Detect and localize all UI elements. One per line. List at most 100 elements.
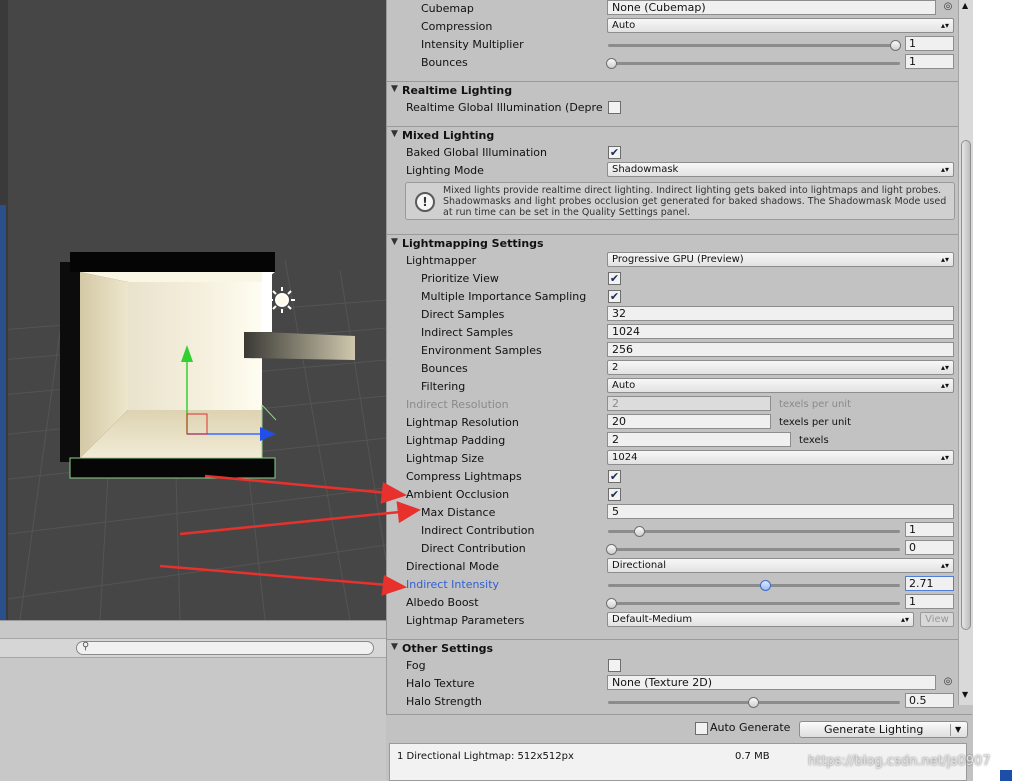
intensity-multiplier-row: Intensity Multiplier 1: [387, 36, 958, 54]
info-icon: !: [415, 192, 435, 212]
scene-view[interactable]: [0, 0, 386, 620]
directional-mode-dropdown[interactable]: Directional ▴▾: [607, 558, 954, 573]
lightmapping-settings-header[interactable]: ▼ Lightmapping Settings: [387, 234, 958, 252]
albedo-boost-slider[interactable]: [608, 602, 900, 605]
realtime-gi-checkbox[interactable]: [608, 101, 621, 114]
lighting-mode-dropdown[interactable]: Shadowmask ▴▾: [607, 162, 954, 177]
lm-bounces-dropdown[interactable]: 2 ▴▾: [607, 360, 954, 375]
direct-contribution-knob[interactable]: [606, 544, 617, 555]
env-bounces-field[interactable]: 1: [905, 54, 954, 69]
prioritize-view-checkbox[interactable]: ✔: [608, 272, 621, 285]
max-distance-field[interactable]: 5: [607, 504, 954, 519]
fog-checkbox[interactable]: [608, 659, 621, 672]
object-picker-icon[interactable]: ◎: [941, 1, 955, 15]
environment-samples-field[interactable]: 256: [607, 342, 954, 357]
lightmap-resolution-field[interactable]: 20: [607, 414, 771, 429]
cubemap-field[interactable]: None (Cubemap): [607, 0, 936, 15]
indirect-contribution-field[interactable]: 1: [905, 522, 954, 537]
search-icon: ⚲: [82, 641, 90, 652]
compression-dropdown[interactable]: Auto ▴▾: [607, 18, 954, 33]
filtering-dropdown[interactable]: Auto ▴▾: [607, 378, 954, 393]
direct-contribution-row: Direct Contribution 0: [387, 540, 958, 558]
mixed-lighting-help-box: ! Mixed lights provide realtime direct l…: [405, 182, 955, 220]
lightmapper-dropdown[interactable]: Progressive GPU (Preview) ▴▾: [607, 252, 954, 267]
generate-lighting-bar: Auto Generate Generate Lighting ▼: [386, 714, 972, 742]
env-bounces-slider[interactable]: [608, 62, 900, 65]
lighting-mode-value: Shadowmask: [612, 164, 679, 175]
watermark-text: https://blog.csdn.net/js0907: [808, 754, 991, 769]
direct-samples-row: Direct Samples 32: [387, 306, 958, 324]
unity-editor-window: ⚲ Cubemap None (Cubemap) ◎ Compression A…: [0, 0, 1012, 781]
foldout-arrow-icon: ▼: [391, 237, 398, 247]
scrollbar-thumb[interactable]: [961, 140, 971, 630]
lighting-mode-label: Lighting Mode: [406, 164, 484, 177]
button-separator: [950, 724, 951, 736]
generate-lighting-label: Generate Lighting: [824, 723, 924, 736]
direct-samples-field[interactable]: 32: [607, 306, 954, 321]
compression-row: Compression Auto ▴▾: [387, 18, 958, 36]
halo-strength-knob[interactable]: [748, 697, 759, 708]
compress-lightmaps-checkbox[interactable]: ✔: [608, 470, 621, 483]
compress-lightmaps-label: Compress Lightmaps: [406, 470, 522, 483]
view-parameters-button[interactable]: View: [920, 612, 954, 627]
other-settings-header[interactable]: ▼ Other Settings: [387, 639, 958, 657]
lightmap-size-text: 0.7 MB: [735, 751, 770, 762]
directional-mode-label: Directional Mode: [406, 560, 499, 573]
indirect-intensity-field[interactable]: 2.71: [905, 576, 954, 591]
mis-checkbox[interactable]: ✔: [608, 290, 621, 303]
ambient-occlusion-checkbox[interactable]: ✔: [608, 488, 621, 501]
indirect-intensity-label: Indirect Intensity: [406, 578, 500, 591]
mixed-lighting-header[interactable]: ▼ Mixed Lighting: [387, 126, 958, 144]
dropdown-arrow-icon[interactable]: ▼: [955, 722, 961, 737]
intensity-multiplier-slider[interactable]: [608, 44, 900, 47]
indirect-resolution-row: Indirect Resolution 2 texels per unit: [387, 396, 958, 414]
baked-gi-checkbox[interactable]: ✔: [608, 146, 621, 159]
direct-contribution-field[interactable]: 0: [905, 540, 954, 555]
object-picker-icon[interactable]: ◎: [941, 676, 955, 690]
indirect-intensity-row: Indirect Intensity 2.71: [387, 576, 958, 594]
lightmap-size-row: Lightmap Size 1024 ▴▾: [387, 450, 958, 468]
lm-bounces-label: Bounces: [421, 362, 468, 375]
halo-texture-field[interactable]: None (Texture 2D): [607, 675, 936, 690]
project-search-input[interactable]: ⚲: [76, 641, 374, 655]
lighting-mode-row: Lighting Mode Shadowmask ▴▾: [387, 162, 958, 180]
direct-contribution-slider[interactable]: [608, 548, 900, 551]
albedo-boost-field[interactable]: 1: [905, 594, 954, 609]
albedo-boost-knob[interactable]: [606, 598, 617, 609]
halo-strength-field[interactable]: 0.5: [905, 693, 954, 708]
taskbar-corner: [1000, 770, 1012, 781]
realtime-lighting-header[interactable]: ▼ Realtime Lighting: [387, 81, 958, 99]
baked-gi-row: Baked Global Illumination ✔: [387, 144, 958, 162]
indirect-contribution-knob[interactable]: [634, 526, 645, 537]
env-bounces-knob[interactable]: [606, 58, 617, 69]
lightmap-padding-label: Lightmap Padding: [406, 434, 506, 447]
lightmap-parameters-row: Lightmap Parameters Default-Medium ▴▾ Vie…: [387, 612, 958, 630]
lightmap-info-text: 1 Directional Lightmap: 512x512px: [397, 751, 574, 762]
scroll-up-icon[interactable]: ▲: [962, 1, 968, 10]
indirect-samples-field[interactable]: 1024: [607, 324, 954, 339]
indirect-contribution-slider[interactable]: [608, 530, 900, 533]
intensity-multiplier-knob[interactable]: [890, 40, 901, 51]
generate-lighting-button[interactable]: Generate Lighting ▼: [799, 721, 968, 738]
intensity-multiplier-field[interactable]: 1: [905, 36, 954, 51]
scroll-down-icon[interactable]: ▼: [962, 690, 968, 699]
lightmap-resolution-unit: texels per unit: [779, 417, 851, 428]
dropdown-arrow-icon: ▴▾: [940, 255, 949, 264]
lightmapper-value: Progressive GPU (Preview): [612, 254, 744, 265]
scene-selection-bar: [0, 205, 6, 620]
lightmap-padding-field[interactable]: 2: [607, 432, 791, 447]
indirect-intensity-slider[interactable]: [608, 584, 900, 587]
realtime-gi-row: Realtime Global Illumination (Depre: [387, 99, 958, 117]
compression-value: Auto: [612, 20, 636, 31]
foldout-arrow-icon: ▼: [391, 642, 398, 652]
indirect-resolution-unit: texels per unit: [779, 399, 851, 410]
indirect-contribution-label: Indirect Contribution: [421, 524, 535, 537]
dropdown-arrow-icon: ▴▾: [940, 453, 949, 462]
lightmap-parameters-dropdown[interactable]: Default-Medium ▴▾: [607, 612, 914, 627]
indirect-resolution-field: 2: [607, 396, 771, 411]
auto-generate-checkbox[interactable]: [695, 722, 708, 735]
inspector-scrollbar[interactable]: ▲ ▼: [958, 0, 973, 705]
indirect-intensity-knob[interactable]: [760, 580, 771, 591]
lightmap-size-dropdown[interactable]: 1024 ▴▾: [607, 450, 954, 465]
lightmapper-label: Lightmapper: [406, 254, 477, 267]
